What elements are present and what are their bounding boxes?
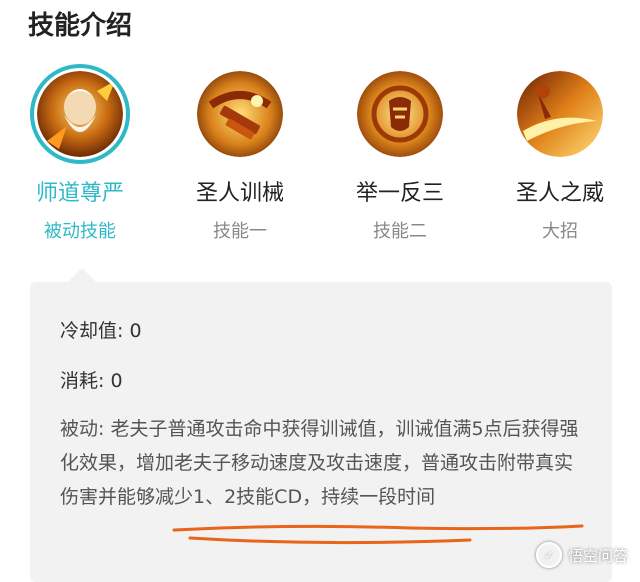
skill-tab-skill-one[interactable]: 圣人训械 技能一 [165,68,315,248]
skill-icon-ring [30,64,130,164]
watermark-logo-icon: ✓ [535,542,562,568]
sage-face-icon [357,71,443,157]
skill-type: 技能二 [373,221,427,242]
watermark: ✓ 悟空问答 [535,542,628,568]
cooldown-value: 冷却值: 0 [60,320,142,342]
watermark-text: 悟空问答 [567,546,628,565]
skill-name: 圣人之威 [515,181,604,206]
skill-icon-ring [194,68,286,160]
panel-pointer [68,268,96,282]
skill-tab-skill-two[interactable]: 举一反三 技能二 [325,68,475,248]
skill-name: 师道尊严 [35,181,124,206]
skill-type: 技能一 [213,221,267,242]
flame-sweep-icon [517,71,603,157]
skill-icon-ring [514,68,606,160]
cost-value: 消耗: 0 [60,370,123,392]
sage-portrait-icon [37,71,123,157]
skill-type: 大招 [542,221,578,242]
skill-tab-passive[interactable]: 师道尊严 被动技能 [5,64,155,248]
skill-name: 圣人训械 [195,181,284,206]
skill-name: 举一反三 [355,181,444,206]
section-title: 技能介绍 [28,11,133,41]
skill-type: 被动技能 [44,221,116,242]
skill-icon-ring [354,68,446,160]
skill-tab-ultimate[interactable]: 圣人之威 大招 [485,68,635,248]
skill-detail-panel: 冷却值: 0 消耗: 0 被动: 老夫子普通攻击命中获得训诫值，训诫值满5点后获… [30,282,612,582]
skill-description: 被动: 老夫子普通攻击命中获得训诫值，训诫值满5点后获得强化效果，增加老夫子移动… [60,418,579,508]
scroll-weapon-icon [197,71,283,157]
